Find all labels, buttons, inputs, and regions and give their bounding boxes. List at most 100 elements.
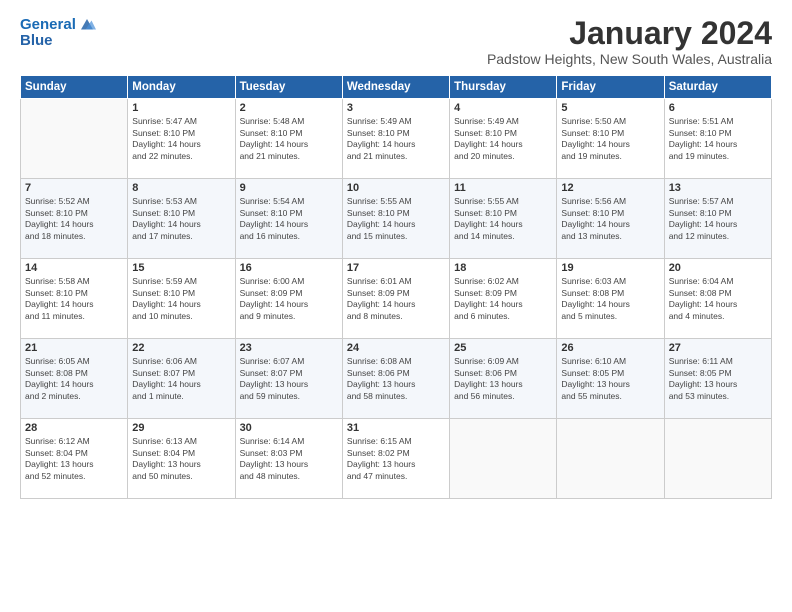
- day-info: Sunrise: 6:05 AM Sunset: 8:08 PM Dayligh…: [25, 356, 123, 402]
- day-cell: 2 Sunrise: 5:48 AM Sunset: 8:10 PM Daylig…: [235, 99, 342, 179]
- week-row-2: 7 Sunrise: 5:52 AM Sunset: 8:10 PM Daylig…: [21, 179, 772, 259]
- day-number: 27: [669, 342, 767, 354]
- day-number: 6: [669, 102, 767, 114]
- day-info: Sunrise: 6:00 AM Sunset: 8:09 PM Dayligh…: [240, 276, 338, 322]
- day-number: 15: [132, 262, 230, 274]
- day-number: 22: [132, 342, 230, 354]
- day-info: Sunrise: 5:52 AM Sunset: 8:10 PM Dayligh…: [25, 196, 123, 242]
- day-cell: 27 Sunrise: 6:11 AM Sunset: 8:05 PM Dayli…: [664, 339, 771, 419]
- day-cell: 22 Sunrise: 6:06 AM Sunset: 8:07 PM Dayli…: [128, 339, 235, 419]
- day-info: Sunrise: 5:51 AM Sunset: 8:10 PM Dayligh…: [669, 116, 767, 162]
- day-cell: 19 Sunrise: 6:03 AM Sunset: 8:08 PM Dayli…: [557, 259, 664, 339]
- day-info: Sunrise: 5:47 AM Sunset: 8:10 PM Dayligh…: [132, 116, 230, 162]
- day-info: Sunrise: 5:48 AM Sunset: 8:10 PM Dayligh…: [240, 116, 338, 162]
- day-info: Sunrise: 5:53 AM Sunset: 8:10 PM Dayligh…: [132, 196, 230, 242]
- week-row-1: 1 Sunrise: 5:47 AM Sunset: 8:10 PM Daylig…: [21, 99, 772, 179]
- day-number: 28: [25, 422, 123, 434]
- day-info: Sunrise: 5:50 AM Sunset: 8:10 PM Dayligh…: [561, 116, 659, 162]
- day-cell: 1 Sunrise: 5:47 AM Sunset: 8:10 PM Daylig…: [128, 99, 235, 179]
- day-info: Sunrise: 6:02 AM Sunset: 8:09 PM Dayligh…: [454, 276, 552, 322]
- day-info: Sunrise: 6:14 AM Sunset: 8:03 PM Dayligh…: [240, 436, 338, 482]
- week-row-3: 14Sunrise: 5:58 AM Sunset: 8:10 PM Dayli…: [21, 259, 772, 339]
- day-number: 25: [454, 342, 552, 354]
- day-number: 7: [25, 182, 123, 194]
- day-info: Sunrise: 6:11 AM Sunset: 8:05 PM Dayligh…: [669, 356, 767, 402]
- day-cell: 25 Sunrise: 6:09 AM Sunset: 8:06 PM Dayli…: [450, 339, 557, 419]
- day-cell: 18Sunrise: 6:02 AM Sunset: 8:09 PM Dayli…: [450, 259, 557, 339]
- day-info: Sunrise: 5:56 AM Sunset: 8:10 PM Dayligh…: [561, 196, 659, 242]
- day-info: Sunrise: 5:54 AM Sunset: 8:10 PM Dayligh…: [240, 196, 338, 242]
- day-cell: 14Sunrise: 5:58 AM Sunset: 8:10 PM Dayli…: [21, 259, 128, 339]
- day-cell: 9 Sunrise: 5:54 AM Sunset: 8:10 PM Daylig…: [235, 179, 342, 259]
- calendar-title: January 2024: [487, 16, 772, 51]
- day-number: 11: [454, 182, 552, 194]
- day-number: 4: [454, 102, 552, 114]
- day-number: 21: [25, 342, 123, 354]
- day-info: Sunrise: 6:04 AM Sunset: 8:08 PM Dayligh…: [669, 276, 767, 322]
- day-number: 2: [240, 102, 338, 114]
- title-block: January 2024 Padstow Heights, New South …: [487, 16, 772, 67]
- day-cell: 29 Sunrise: 6:13 AM Sunset: 8:04 PM Dayli…: [128, 419, 235, 499]
- day-number: 19: [561, 262, 659, 274]
- day-number: 16: [240, 262, 338, 274]
- day-cell: 6 Sunrise: 5:51 AM Sunset: 8:10 PM Daylig…: [664, 99, 771, 179]
- day-cell: 16 Sunrise: 6:00 AM Sunset: 8:09 PM Dayli…: [235, 259, 342, 339]
- day-number: 26: [561, 342, 659, 354]
- day-info: Sunrise: 5:49 AM Sunset: 8:10 PM Dayligh…: [454, 116, 552, 162]
- day-number: 1: [132, 102, 230, 114]
- day-cell: 4 Sunrise: 5:49 AM Sunset: 8:10 PM Daylig…: [450, 99, 557, 179]
- day-info: Sunrise: 5:49 AM Sunset: 8:10 PM Dayligh…: [347, 116, 445, 162]
- day-number: 30: [240, 422, 338, 434]
- day-number: 8: [132, 182, 230, 194]
- day-number: 14: [25, 262, 123, 274]
- day-cell: 11 Sunrise: 5:55 AM Sunset: 8:10 PM Dayli…: [450, 179, 557, 259]
- col-sunday: Sunday: [21, 76, 128, 99]
- day-info: Sunrise: 6:07 AM Sunset: 8:07 PM Dayligh…: [240, 356, 338, 402]
- day-number: 23: [240, 342, 338, 354]
- logo-line2: Blue: [20, 32, 96, 50]
- day-cell: [450, 419, 557, 499]
- week-row-4: 21 Sunrise: 6:05 AM Sunset: 8:08 PM Dayli…: [21, 339, 772, 419]
- day-cell: 3Sunrise: 5:49 AM Sunset: 8:10 PM Daylig…: [342, 99, 449, 179]
- day-number: 9: [240, 182, 338, 194]
- day-cell: 12 Sunrise: 5:56 AM Sunset: 8:10 PM Dayli…: [557, 179, 664, 259]
- day-cell: 8 Sunrise: 5:53 AM Sunset: 8:10 PM Daylig…: [128, 179, 235, 259]
- calendar-table: Sunday Monday Tuesday Wednesday Thursday…: [20, 75, 772, 499]
- week-row-5: 28 Sunrise: 6:12 AM Sunset: 8:04 PM Dayli…: [21, 419, 772, 499]
- day-number: 17: [347, 262, 445, 274]
- day-number: 10: [347, 182, 445, 194]
- day-cell: 26 Sunrise: 6:10 AM Sunset: 8:05 PM Dayli…: [557, 339, 664, 419]
- day-cell: 17 Sunrise: 6:01 AM Sunset: 8:09 PM Dayli…: [342, 259, 449, 339]
- day-info: Sunrise: 5:59 AM Sunset: 8:10 PM Dayligh…: [132, 276, 230, 322]
- day-info: Sunrise: 6:12 AM Sunset: 8:04 PM Dayligh…: [25, 436, 123, 482]
- day-info: Sunrise: 6:01 AM Sunset: 8:09 PM Dayligh…: [347, 276, 445, 322]
- day-cell: 15 Sunrise: 5:59 AM Sunset: 8:10 PM Dayli…: [128, 259, 235, 339]
- day-info: Sunrise: 6:15 AM Sunset: 8:02 PM Dayligh…: [347, 436, 445, 482]
- day-info: Sunrise: 6:03 AM Sunset: 8:08 PM Dayligh…: [561, 276, 659, 322]
- day-cell: 10 Sunrise: 5:55 AM Sunset: 8:10 PM Dayli…: [342, 179, 449, 259]
- col-thursday: Thursday: [450, 76, 557, 99]
- day-number: 24: [347, 342, 445, 354]
- header-row: Sunday Monday Tuesday Wednesday Thursday…: [21, 76, 772, 99]
- day-number: 29: [132, 422, 230, 434]
- day-info: Sunrise: 6:10 AM Sunset: 8:05 PM Dayligh…: [561, 356, 659, 402]
- day-cell: 13Sunrise: 5:57 AM Sunset: 8:10 PM Dayli…: [664, 179, 771, 259]
- day-cell: [21, 99, 128, 179]
- col-tuesday: Tuesday: [235, 76, 342, 99]
- day-number: 12: [561, 182, 659, 194]
- col-friday: Friday: [557, 76, 664, 99]
- day-number: 31: [347, 422, 445, 434]
- logo-icon: [78, 16, 96, 34]
- day-info: Sunrise: 6:13 AM Sunset: 8:04 PM Dayligh…: [132, 436, 230, 482]
- day-cell: 21 Sunrise: 6:05 AM Sunset: 8:08 PM Dayli…: [21, 339, 128, 419]
- day-cell: 24Sunrise: 6:08 AM Sunset: 8:06 PM Dayli…: [342, 339, 449, 419]
- day-cell: 31 Sunrise: 6:15 AM Sunset: 8:02 PM Dayli…: [342, 419, 449, 499]
- day-info: Sunrise: 6:09 AM Sunset: 8:06 PM Dayligh…: [454, 356, 552, 402]
- day-info: Sunrise: 6:06 AM Sunset: 8:07 PM Dayligh…: [132, 356, 230, 402]
- day-info: Sunrise: 5:55 AM Sunset: 8:10 PM Dayligh…: [347, 196, 445, 242]
- day-cell: [664, 419, 771, 499]
- day-cell: 28 Sunrise: 6:12 AM Sunset: 8:04 PM Dayli…: [21, 419, 128, 499]
- day-info: Sunrise: 5:55 AM Sunset: 8:10 PM Dayligh…: [454, 196, 552, 242]
- page: General Blue January 2024 Padstow Height…: [0, 0, 792, 612]
- day-cell: 5Sunrise: 5:50 AM Sunset: 8:10 PM Daylig…: [557, 99, 664, 179]
